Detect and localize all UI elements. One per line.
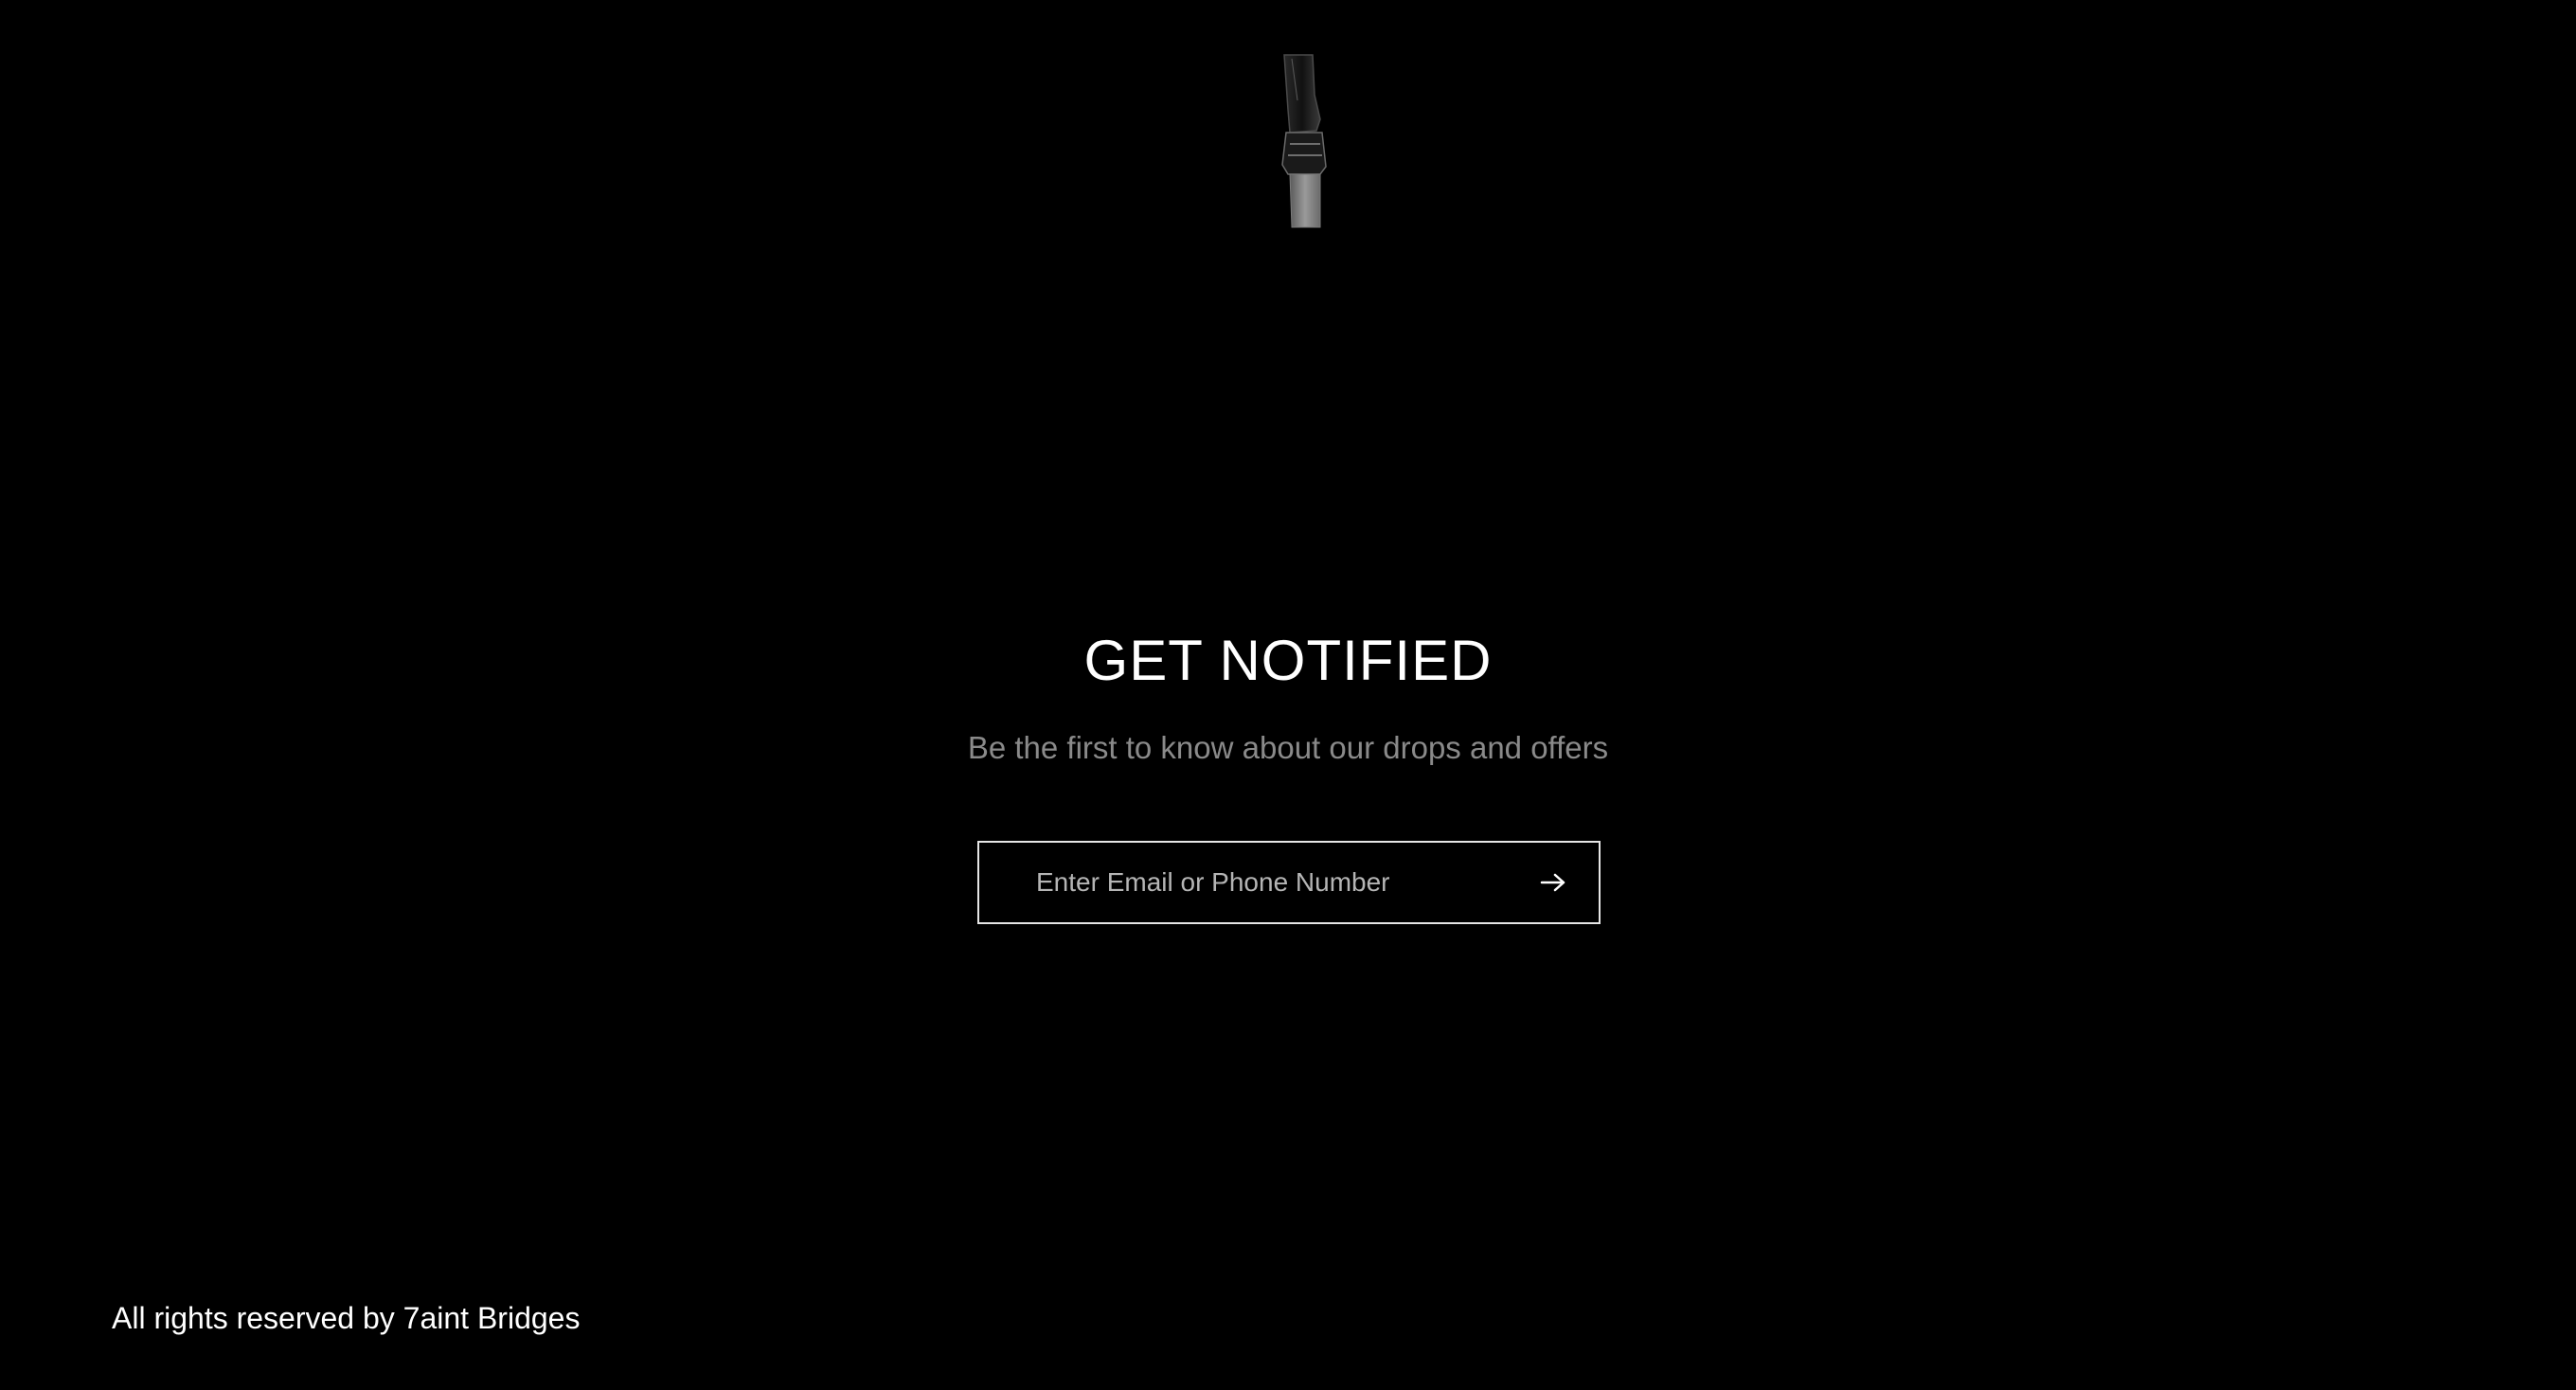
- hanging-clip-logo-icon: [1281, 54, 1327, 228]
- email-or-phone-input[interactable]: [979, 843, 1508, 922]
- footer-copyright: All rights reserved by 7aint Bridges: [112, 1301, 581, 1335]
- brand-logo[interactable]: [1279, 53, 1332, 229]
- submit-button[interactable]: [1508, 843, 1599, 922]
- page-subtitle: Be the first to know about our drops and…: [967, 730, 1609, 765]
- arrow-right-icon: [1540, 873, 1565, 892]
- signup-form: [977, 841, 1601, 924]
- page-title: GET NOTIFIED: [1083, 629, 1493, 692]
